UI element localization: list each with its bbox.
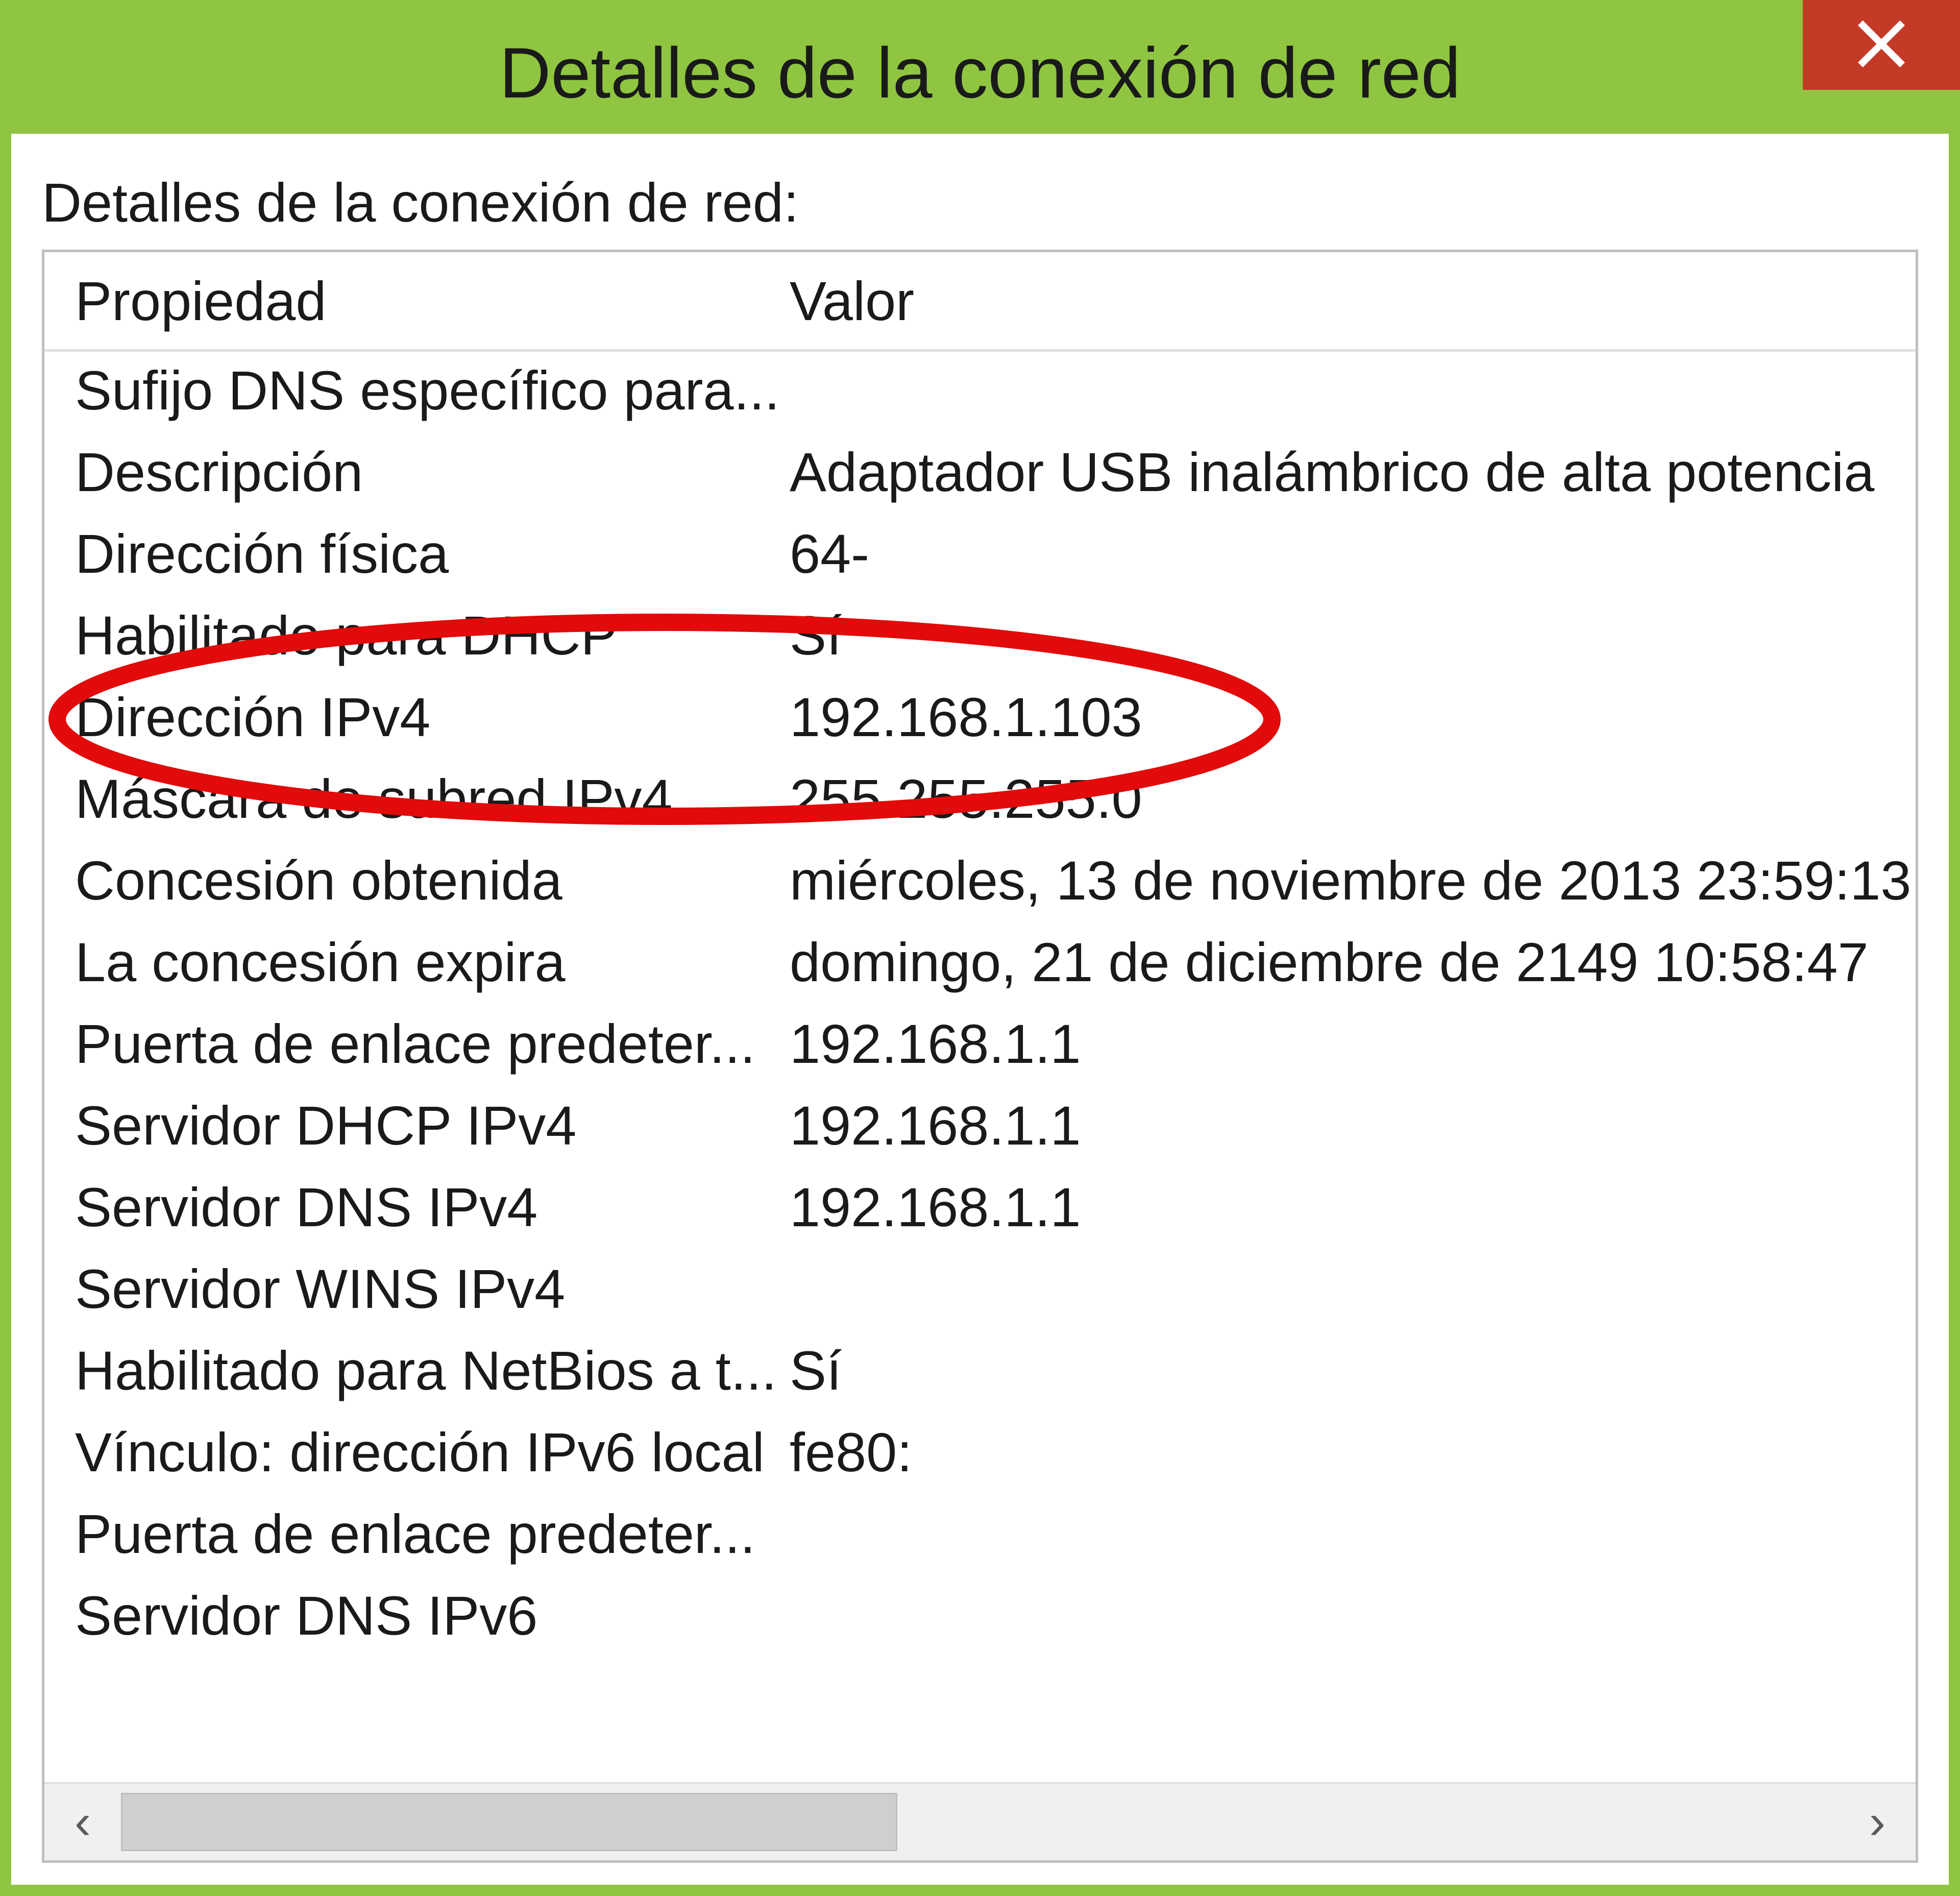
- scroll-right-button[interactable]: ›: [1839, 1784, 1916, 1860]
- column-header-value[interactable]: Valor: [790, 269, 1916, 333]
- table-row[interactable]: Habilitado para DHCPSí: [44, 594, 1916, 676]
- window-title: Detalles de la conexión de red: [11, 32, 1949, 114]
- table-row[interactable]: Servidor DNS IPv6: [44, 1574, 1916, 1656]
- close-button[interactable]: [1803, 0, 1960, 90]
- row-value: 192.168.1.1: [790, 1012, 1916, 1076]
- row-property: Puerta de enlace predeter...: [44, 1012, 790, 1076]
- row-property: Puerta de enlace predeter...: [44, 1502, 790, 1566]
- details-panel: Propiedad Valor Sufijo DNS específico pa…: [42, 250, 1918, 1863]
- scroll-track[interactable]: [121, 1784, 1839, 1860]
- table-row[interactable]: Servidor DNS IPv4192.168.1.1: [44, 1166, 1916, 1248]
- panel-label: Detalles de la conexión de red:: [42, 171, 1918, 234]
- row-property: Habilitado para NetBios a t...: [44, 1339, 790, 1402]
- row-property: Sufijo DNS específico para...: [44, 358, 790, 422]
- row-value: Sí: [790, 1339, 1916, 1402]
- row-property: Dirección física: [44, 522, 790, 586]
- table-row[interactable]: Puerta de enlace predeter...: [44, 1493, 1916, 1574]
- table-row[interactable]: Máscara de subred IPv4255.255.255.0: [44, 758, 1916, 839]
- row-property: Vínculo: dirección IPv6 local: [44, 1420, 790, 1484]
- table-row[interactable]: Vínculo: dirección IPv6 localfe80:: [44, 1411, 1916, 1493]
- row-property: Máscara de subred IPv4: [44, 767, 790, 831]
- close-icon: [1855, 17, 1908, 73]
- table-row[interactable]: Habilitado para NetBios a t...Sí: [44, 1329, 1916, 1411]
- row-property: Concesión obtenida: [44, 848, 790, 912]
- horizontal-scrollbar[interactable]: ‹ ›: [44, 1782, 1916, 1860]
- table-row[interactable]: Servidor WINS IPv4: [44, 1248, 1916, 1329]
- network-details-window: Detalles de la conexión de red Detalles …: [0, 0, 1960, 1896]
- row-value: 192.168.1.103: [790, 685, 1916, 749]
- row-value: 255.255.255.0: [790, 767, 1916, 831]
- scroll-thumb[interactable]: [121, 1793, 897, 1851]
- column-header-property[interactable]: Propiedad: [44, 269, 790, 333]
- row-property: Descripción: [44, 440, 790, 504]
- row-property: Servidor WINS IPv4: [44, 1257, 790, 1321]
- table-row[interactable]: Puerta de enlace predeter...192.168.1.1: [44, 1003, 1916, 1084]
- client-area: Detalles de la conexión de red: Propieda…: [11, 145, 1949, 1885]
- row-value: 192.168.1.1: [790, 1175, 1916, 1239]
- titlebar: Detalles de la conexión de red: [11, 11, 1949, 134]
- row-value: domingo, 21 de diciembre de 2149 10:58:4…: [790, 930, 1916, 994]
- row-property: Servidor DNS IPv6: [44, 1584, 790, 1647]
- table-row[interactable]: Dirección IPv4192.168.1.103: [44, 676, 1916, 758]
- table-row[interactable]: Concesión obtenidamiércoles, 13 de novie…: [44, 839, 1916, 921]
- table-row[interactable]: Sufijo DNS específico para...: [44, 349, 1916, 431]
- row-property: Dirección IPv4: [44, 685, 790, 749]
- row-value: Adaptador USB inalámbrico de alta potenc…: [790, 440, 1916, 504]
- row-value: 64-: [790, 522, 1916, 586]
- row-property: La concesión expira: [44, 930, 790, 994]
- row-value: miércoles, 13 de noviembre de 2013 23:59…: [790, 848, 1916, 912]
- row-property: Servidor DNS IPv4: [44, 1175, 790, 1239]
- row-value: fe80:: [790, 1420, 1916, 1484]
- row-value: 192.168.1.1: [790, 1093, 1916, 1157]
- columns-header: Propiedad Valor: [44, 252, 1916, 352]
- table-row[interactable]: Dirección física64-: [44, 513, 1916, 594]
- scroll-left-button[interactable]: ‹: [44, 1784, 121, 1860]
- rows-container: Sufijo DNS específico para... Descripción…: [44, 349, 1916, 1784]
- row-value: Sí: [790, 603, 1916, 667]
- table-row[interactable]: La concesión expiradomingo, 21 de diciem…: [44, 921, 1916, 1003]
- table-row[interactable]: DescripciónAdaptador USB inalámbrico de …: [44, 431, 1916, 513]
- row-property: Habilitado para DHCP: [44, 603, 790, 667]
- row-property: Servidor DHCP IPv4: [44, 1093, 790, 1157]
- table-row[interactable]: Servidor DHCP IPv4192.168.1.1: [44, 1084, 1916, 1166]
